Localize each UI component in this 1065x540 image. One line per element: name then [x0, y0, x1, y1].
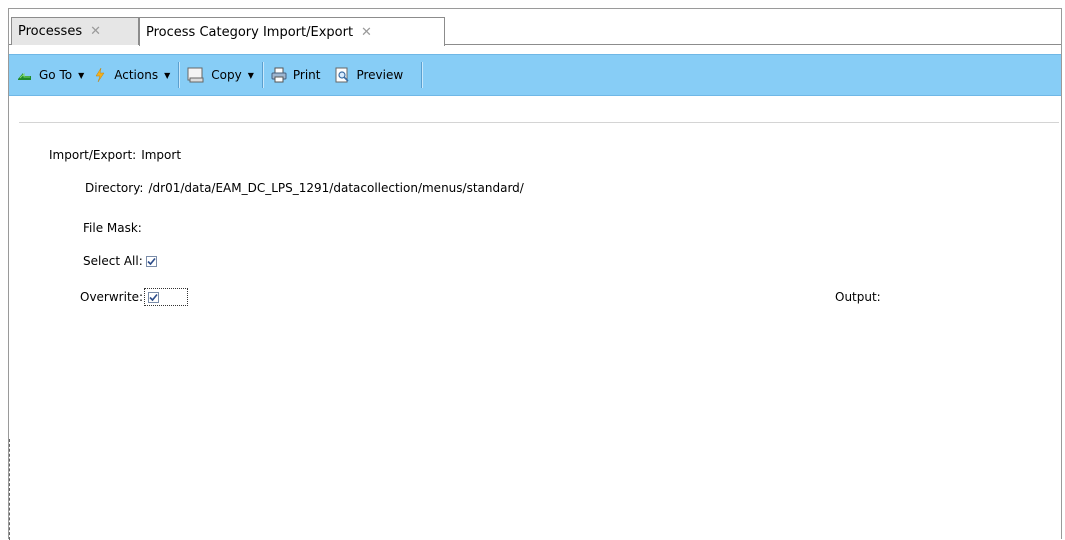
tab-label: Process Category Import/Export — [146, 24, 354, 40]
chevron-down-icon: ▼ — [247, 70, 254, 80]
tab-processes[interactable]: Processes ✕ — [11, 17, 139, 45]
printer-icon — [271, 67, 287, 83]
divider — [19, 122, 1059, 123]
checkmark-icon — [147, 257, 156, 265]
overwrite-row: Overwrite: — [80, 288, 189, 306]
preview-label: Preview — [356, 68, 404, 82]
checkmark-icon — [149, 293, 158, 301]
tab-process-category-import-export[interactable]: Process Category Import/Export ✕ — [139, 17, 445, 46]
import-export-row: Import/Export: Import — [49, 146, 181, 164]
directory-value: /dr01/data/EAM_DC_LPS_1291/datacollectio… — [148, 181, 524, 195]
chevron-down-icon: ▼ — [78, 70, 85, 80]
output-label: Output: — [835, 290, 881, 304]
copy-label: Copy — [211, 68, 242, 82]
tab-strip: Processes ✕ Process Category Import/Expo… — [9, 9, 1061, 46]
toolbar-separator — [261, 62, 263, 88]
tab-label: Processes — [18, 24, 83, 39]
go-to-button[interactable]: Go To ▼ — [13, 62, 88, 88]
lightning-icon — [92, 67, 108, 83]
toolbar-separator — [421, 62, 423, 88]
select-all-row: Select All: — [83, 252, 157, 270]
main-window: Processes ✕ Process Category Import/Expo… — [8, 8, 1062, 540]
preview-button[interactable]: Preview — [330, 62, 407, 88]
output-row: Output: — [835, 288, 881, 306]
copy-button[interactable]: Copy ▼ — [183, 62, 258, 88]
select-all-checkbox[interactable] — [145, 255, 157, 267]
toolbar-separator — [178, 62, 180, 88]
import-export-value: Import — [141, 148, 182, 162]
copy-icon — [187, 66, 205, 84]
directory-label: Directory: — [85, 181, 144, 195]
panel-edge — [9, 439, 11, 540]
chevron-down-icon: ▼ — [164, 70, 171, 80]
go-to-label: Go To — [39, 68, 73, 82]
toolbar: Go To ▼ Actions ▼ Copy ▼ Print Preview — [9, 54, 1061, 96]
print-label: Print — [292, 68, 321, 82]
overwrite-focus-outline — [144, 288, 189, 306]
print-button[interactable]: Print — [267, 62, 325, 88]
overwrite-checkbox[interactable] — [148, 291, 160, 303]
overwrite-label: Overwrite: — [80, 290, 144, 304]
actions-button[interactable]: Actions ▼ — [88, 62, 174, 88]
import-export-label: Import/Export: — [49, 148, 137, 162]
close-icon[interactable]: ✕ — [361, 25, 372, 40]
file-mask-label: File Mask: — [83, 221, 142, 235]
file-mask-row: File Mask: — [83, 219, 147, 237]
preview-icon — [334, 67, 350, 83]
directory-row: Directory: /dr01/data/EAM_DC_LPS_1291/da… — [85, 179, 524, 197]
select-all-label: Select All: — [83, 254, 143, 268]
actions-label: Actions — [114, 68, 159, 82]
close-icon[interactable]: ✕ — [90, 24, 101, 39]
go-to-icon — [17, 67, 33, 83]
